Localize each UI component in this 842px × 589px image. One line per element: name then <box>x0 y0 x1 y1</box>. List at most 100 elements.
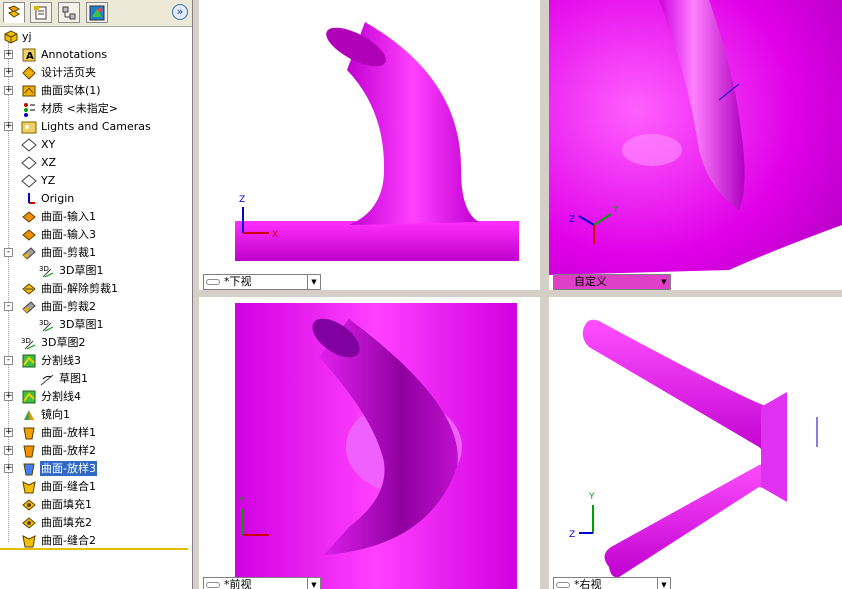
tree-item-label: 曲面-解除剪裁1 <box>41 282 118 295</box>
tree-item[interactable]: + A Annotations <box>0 46 192 64</box>
expand-icon[interactable]: + <box>4 464 13 473</box>
viewport-custom-view[interactable]: Z Y 自定义 ▼ <box>549 0 842 290</box>
tree-item[interactable]: 曲面-解除剪裁1 <box>0 280 192 298</box>
view-orientation-dropdown[interactable]: 自定义 ▼ <box>553 274 671 290</box>
view-orientation-dropdown[interactable]: *前视 ▼ <box>203 577 321 589</box>
mirror-icon <box>21 407 37 423</box>
tree-item[interactable]: 曲面-输入3 <box>0 226 192 244</box>
feature-manager-panel: » yj + A Annotations + 设计活页夹 + 曲面实体(1) 材质 <未指定>… <box>0 0 193 589</box>
tree-item[interactable]: + 曲面-放样3 <box>0 460 192 478</box>
tree-item[interactable]: - 曲面-剪裁2 <box>0 298 192 316</box>
tree-item[interactable]: 曲面-输入1 <box>0 208 192 226</box>
expand-icon[interactable]: + <box>4 68 13 77</box>
loft-surface-icon <box>21 425 37 441</box>
untrim-surface-icon <box>21 281 37 297</box>
trim-surface-icon <box>21 299 37 315</box>
tree-root-label: yj <box>22 30 32 43</box>
expand-icon[interactable]: + <box>4 86 13 95</box>
surface-bodies-icon <box>21 83 37 99</box>
dropdown-arrow-icon: ▼ <box>307 578 320 589</box>
tree-item-label: 曲面-缝合1 <box>41 480 96 493</box>
tree-item-label: Annotations <box>41 48 108 61</box>
tree-item-label: 分割线3 <box>41 354 81 367</box>
expand-icon[interactable]: + <box>4 428 13 437</box>
knit-surface-icon <box>21 533 37 549</box>
tree-item[interactable]: XY <box>0 136 192 154</box>
tree-item[interactable]: 曲面填充2 <box>0 514 192 532</box>
3d-sketch-icon: 3D <box>21 335 37 351</box>
annotations-icon: A <box>21 47 37 63</box>
tree-item-label: 3D草图1 <box>59 318 104 331</box>
property-manager-tab[interactable] <box>30 2 52 23</box>
tree-item[interactable]: + 曲面-放样2 <box>0 442 192 460</box>
tree-item-label: 曲面-剪裁1 <box>41 246 96 259</box>
tree-root[interactable]: yj <box>0 28 192 46</box>
feature-manager-tab[interactable] <box>3 2 25 23</box>
expand-icon[interactable]: + <box>4 122 13 131</box>
display-manager-tab[interactable] <box>86 2 108 23</box>
tree-item[interactable]: - 分割线3 <box>0 352 192 370</box>
tree-item[interactable]: + 设计活页夹 <box>0 64 192 82</box>
tree-item[interactable]: 草图1 <box>0 370 192 388</box>
tree-item[interactable]: 3D 3D草图2 <box>0 334 192 352</box>
svg-text:X: X <box>272 230 278 240</box>
tree-item-label: 曲面-输入3 <box>41 228 96 241</box>
collapse-icon[interactable]: - <box>4 356 13 365</box>
tree-item[interactable]: + 曲面实体(1) <box>0 82 192 100</box>
configuration-icon <box>62 6 76 20</box>
expand-panel-button[interactable]: » <box>172 4 188 20</box>
collapse-icon[interactable]: - <box>4 302 13 311</box>
tree-item-label: 曲面-放样2 <box>41 444 96 457</box>
expand-icon[interactable]: + <box>4 50 13 59</box>
display-icon <box>89 5 105 21</box>
svg-text:3D: 3D <box>21 337 31 345</box>
imported-surface-icon <box>21 209 37 225</box>
view-orientation-dropdown[interactable]: *下视 ▼ <box>203 274 321 290</box>
tree-item[interactable]: - 曲面-剪裁1 <box>0 244 192 262</box>
3d-sketch-icon: 3D <box>39 317 55 333</box>
tree-item[interactable]: Origin <box>0 190 192 208</box>
collapse-icon[interactable]: - <box>4 248 13 257</box>
view-orientation-dropdown[interactable]: *右视 ▼ <box>553 577 671 589</box>
tree-item[interactable]: 材质 <未指定> <box>0 100 192 118</box>
viewport-right-view[interactable]: Y Z *右视 ▼ <box>549 297 842 589</box>
loft-surface-icon <box>21 461 37 477</box>
plane-icon <box>21 137 37 153</box>
origin-icon <box>21 191 37 207</box>
tree-item[interactable]: + 分割线4 <box>0 388 192 406</box>
viewport-bottom-view[interactable]: Z X *下视 ▼ <box>199 0 540 290</box>
tree-item-label: 材质 <未指定> <box>41 102 118 115</box>
configuration-manager-tab[interactable] <box>58 2 80 23</box>
design-binder-icon <box>21 65 37 81</box>
tree-item-label: 曲面-放样1 <box>41 426 96 439</box>
plane-icon <box>21 173 37 189</box>
tree-item[interactable]: + Lights and Cameras <box>0 118 192 136</box>
svg-text:Y: Y <box>238 496 245 506</box>
rollback-bar[interactable] <box>0 548 188 550</box>
viewport-front-view[interactable]: Y *前视 ▼ <box>199 297 540 589</box>
loft-surface-icon <box>21 443 37 459</box>
expand-icon[interactable]: + <box>4 392 13 401</box>
model-right-view: Y Z <box>569 319 818 578</box>
tree-item[interactable]: 3D 3D草图1 <box>0 262 192 280</box>
tree-item[interactable]: 曲面填充1 <box>0 496 192 514</box>
tree-item-label: 曲面-输入1 <box>41 210 96 223</box>
tree-item[interactable]: + 曲面-放样1 <box>0 424 192 442</box>
plane-icon <box>21 155 37 171</box>
tree-item[interactable]: 3D 3D草图1 <box>0 316 192 334</box>
manager-tab-bar: » <box>0 0 192 27</box>
tree-item-label: Lights and Cameras <box>41 120 151 133</box>
feature-tree-icon <box>8 5 20 18</box>
tree-item[interactable]: XZ <box>0 154 192 172</box>
tree-item[interactable]: YZ <box>0 172 192 190</box>
dropdown-arrow-icon: ▼ <box>657 578 670 589</box>
expand-icon[interactable]: + <box>4 446 13 455</box>
tree-item[interactable]: 曲面-缝合1 <box>0 478 192 496</box>
svg-text:Y: Y <box>612 205 619 215</box>
link-views-icon <box>556 582 570 588</box>
tree-item[interactable]: 镜向1 <box>0 406 192 424</box>
trim-surface-icon <box>21 245 37 261</box>
part-icon <box>3 29 19 45</box>
svg-text:3D: 3D <box>39 265 49 273</box>
graphics-area: Z X *下视 ▼ Z Y 自定义 ▼ Y *前视 ▼ Y Z *右视 ▼ <box>193 0 842 589</box>
